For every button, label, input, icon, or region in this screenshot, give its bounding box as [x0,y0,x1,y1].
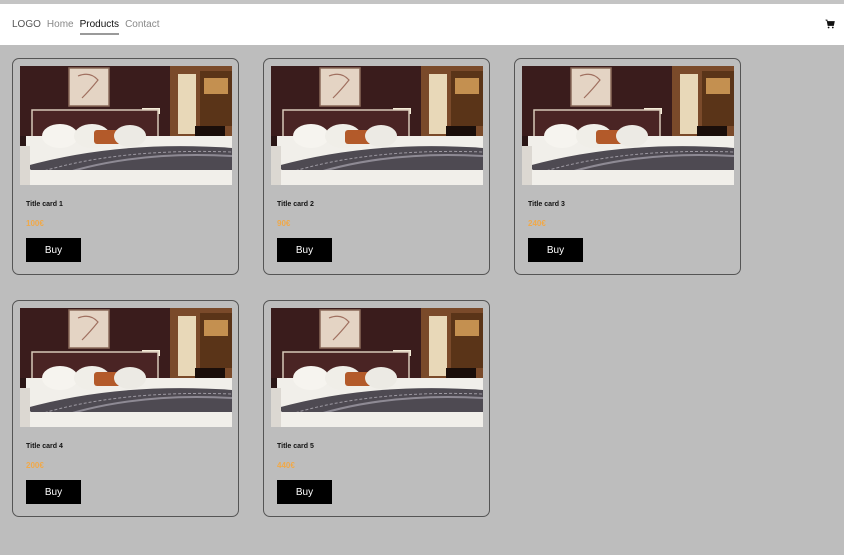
product-image [20,308,232,427]
product-card: Title card 5 440€ Buy [263,300,490,517]
buy-button[interactable]: Buy [26,238,81,262]
product-card: Title card 1 100€ Buy [12,58,239,275]
card-title: Title card 5 [277,443,314,450]
buy-button[interactable]: Buy [528,238,583,262]
product-card: Title card 2 90€ Buy [263,58,490,275]
nav-link-home[interactable]: Home [47,16,74,33]
nav-link-contact[interactable]: Contact [125,16,159,33]
bedroom-photo [271,66,483,185]
product-image [522,66,734,185]
card-title: Title card 1 [26,201,63,208]
shopping-cart-icon [825,19,835,28]
card-title: Title card 3 [528,201,565,208]
product-image [271,308,483,427]
card-price: 90€ [277,219,291,228]
card-title: Title card 2 [277,201,314,208]
card-title: Title card 4 [26,443,63,450]
bedroom-photo [271,308,483,427]
product-card: Title card 4 200€ Buy [12,300,239,517]
nav-link-products[interactable]: Products [79,16,120,35]
cart-button[interactable] [825,16,835,34]
product-image [20,66,232,185]
card-price: 240€ [528,219,546,228]
logo[interactable]: LOGO [12,19,41,30]
buy-button[interactable]: Buy [277,238,332,262]
product-card: Title card 3 240€ Buy [514,58,741,275]
nav-left: LOGO Home Products Contact [12,16,160,35]
bedroom-photo [522,66,734,185]
bedroom-photo [20,308,232,427]
navbar: LOGO Home Products Contact [0,4,844,45]
buy-button[interactable]: Buy [26,480,81,504]
card-price: 100€ [26,219,44,228]
buy-button[interactable]: Buy [277,480,332,504]
product-image [271,66,483,185]
card-price: 200€ [26,461,44,470]
bedroom-photo [20,66,232,185]
card-price: 440€ [277,461,295,470]
